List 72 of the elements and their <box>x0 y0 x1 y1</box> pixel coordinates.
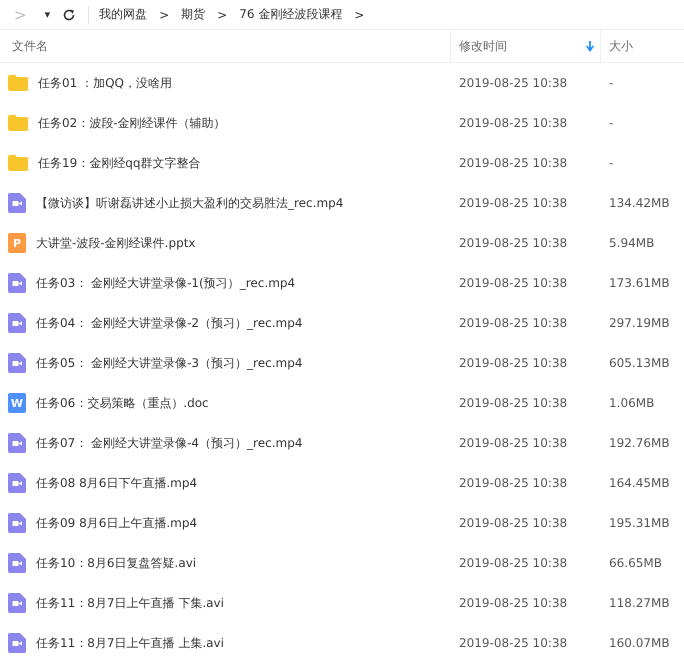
presentation-file-icon: P <box>8 233 26 253</box>
video-file-icon <box>8 353 26 373</box>
modified-time: 2019-08-25 10:38 <box>459 356 568 370</box>
file-size: - <box>609 116 614 130</box>
file-size: 1.06MB <box>609 396 654 410</box>
file-size: - <box>609 156 614 170</box>
file-size: 160.07MB <box>609 636 670 650</box>
video-file-icon <box>8 433 26 453</box>
video-file-icon <box>8 553 26 573</box>
file-name[interactable]: 任务01 ：加QQ，没啥用 <box>38 74 172 92</box>
document-file-icon: W <box>8 393 26 413</box>
modified-time: 2019-08-25 10:38 <box>459 196 568 210</box>
modified-time: 2019-08-25 10:38 <box>459 116 568 130</box>
column-header[interactable]: 文件名 <box>0 30 451 62</box>
breadcrumb-link[interactable]: 期货 <box>181 6 206 23</box>
modified-time: 2019-08-25 10:38 <box>459 436 568 450</box>
video-file-icon <box>8 593 26 613</box>
modified-time: 2019-08-25 10:38 <box>459 276 568 290</box>
file-name[interactable]: 任务11：8月7日上午直播 上集.avi <box>36 634 224 652</box>
video-file-icon <box>8 473 26 493</box>
breadcrumb-link[interactable]: 我的网盘 <box>99 6 148 23</box>
file-name[interactable]: 【微访谈】听谢磊讲述小止损大盈利的交易胜法_rec.mp4 <box>36 194 344 212</box>
file-size: 297.19MB <box>609 316 670 330</box>
video-file-icon <box>8 313 26 333</box>
file-name[interactable]: 任务04： 金刚经大讲堂录像-2（预习）_rec.mp4 <box>36 314 302 332</box>
file-size: 118.27MB <box>609 596 670 610</box>
file-size: 195.31MB <box>609 516 670 530</box>
column-header[interactable]: 大小 <box>601 30 684 62</box>
file-size: 134.42MB <box>609 196 670 210</box>
video-file-icon <box>8 273 26 293</box>
file-name[interactable]: 任务02：波段-金刚经课件（辅助） <box>38 114 226 132</box>
modified-time: 2019-08-25 10:38 <box>459 236 568 250</box>
folder-icon <box>8 75 28 91</box>
breadcrumb-separator: > <box>354 8 364 22</box>
modified-time: 2019-08-25 10:38 <box>459 476 568 490</box>
modified-time: 2019-08-25 10:38 <box>459 636 568 650</box>
file-name[interactable]: 大讲堂-波段-金刚经课件.pptx <box>36 234 196 252</box>
file-size: 5.94MB <box>609 236 654 250</box>
file-name[interactable]: 任务07： 金刚经大讲堂录像-4（预习）_rec.mp4 <box>36 434 302 452</box>
file-name[interactable]: 任务11：8月7日上午直播 下集.avi <box>36 594 224 612</box>
file-size: - <box>609 76 614 90</box>
file-size: 66.65MB <box>609 556 662 570</box>
modified-time: 2019-08-25 10:38 <box>459 76 568 90</box>
video-file-icon <box>8 513 26 533</box>
file-name[interactable]: 任务06：交易策略（重点）.doc <box>36 394 209 412</box>
breadcrumb-link[interactable]: 76 金刚经波段课程 <box>239 6 342 23</box>
modified-time: 2019-08-25 10:38 <box>459 596 568 610</box>
file-name[interactable]: 任务09 8月6日上午直播.mp4 <box>36 514 198 532</box>
breadcrumb-separator: > <box>217 8 228 22</box>
file-size: 164.45MB <box>609 476 670 490</box>
column-header[interactable]: 修改时间 <box>451 30 601 62</box>
modified-time: 2019-08-25 10:38 <box>459 396 568 410</box>
breadcrumb-separator: > <box>159 8 170 22</box>
modified-time: 2019-08-25 10:38 <box>459 556 568 570</box>
video-file-icon <box>8 633 26 653</box>
modified-time: 2019-08-25 10:38 <box>459 516 568 530</box>
file-size: 605.13MB <box>609 356 670 370</box>
refresh-icon[interactable] <box>62 8 76 22</box>
folder-icon <box>8 115 28 131</box>
dropdown-button[interactable]: ▾ <box>44 8 50 21</box>
file-name[interactable]: 任务10：8月6日复盘答疑.avi <box>36 554 196 572</box>
file-name[interactable]: 任务03： 金刚经大讲堂录像-1(预习）_rec.mp4 <box>36 274 296 292</box>
video-file-icon <box>8 193 26 213</box>
sort-arrow-icon[interactable] <box>586 40 594 52</box>
file-name[interactable]: 任务19：金刚经qq群文字整合 <box>38 154 201 172</box>
file-name[interactable]: 任务08 8月6日下午直播.mp4 <box>36 474 198 492</box>
file-size: 173.61MB <box>609 276 670 290</box>
modified-time: 2019-08-25 10:38 <box>459 316 568 330</box>
modified-time: 2019-08-25 10:38 <box>459 156 568 170</box>
file-size: 192.76MB <box>609 436 670 450</box>
folder-icon <box>8 155 28 171</box>
file-name[interactable]: 任务05： 金刚经大讲堂录像-3（预习）_rec.mp4 <box>36 354 302 372</box>
